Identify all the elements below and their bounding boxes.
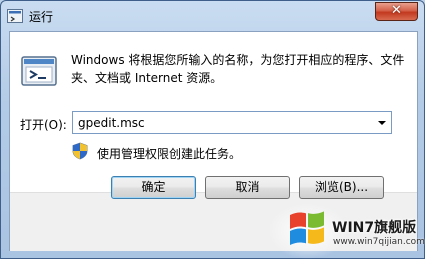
admin-note: 使用管理权限创建此任务。 xyxy=(97,147,242,161)
open-label: 打开(O): xyxy=(20,118,67,132)
ok-button[interactable]: 确定 xyxy=(111,176,196,199)
open-combobox[interactable] xyxy=(72,111,392,134)
description-text: Windows 将根据您所输入的名称，为您打开相应的程序、文件夹、文档或 Int… xyxy=(71,53,405,85)
browse-button[interactable]: 浏览(B)... xyxy=(299,176,384,199)
close-button[interactable]: ✕ xyxy=(375,2,418,21)
watermark-url: www.win7qijian.com xyxy=(333,237,425,247)
close-icon: ✕ xyxy=(391,3,402,18)
run-icon xyxy=(7,9,23,23)
run-program-icon xyxy=(21,56,57,86)
open-input[interactable] xyxy=(73,112,374,133)
watermark-text: WIN7旗舰版 xyxy=(332,220,417,236)
title-bar[interactable]: 运行 ✕ xyxy=(1,1,424,31)
cancel-button[interactable]: 取消 xyxy=(205,176,290,199)
chevron-down-icon[interactable] xyxy=(373,112,391,133)
window-title: 运行 xyxy=(29,10,54,24)
uac-shield-icon xyxy=(72,142,88,160)
